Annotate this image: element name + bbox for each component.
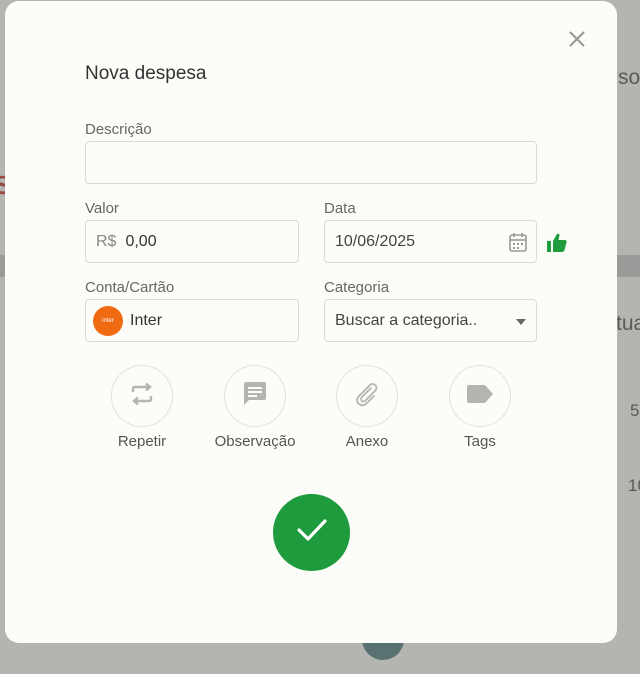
tags-button[interactable] — [449, 365, 511, 427]
category-label: Categoria — [324, 279, 390, 296]
bank-logo: inter — [93, 305, 123, 336]
category-placeholder: Buscar a categoria.. — [335, 311, 478, 329]
repeat-button[interactable] — [111, 365, 173, 427]
date-field[interactable]: 10/06/2025 — [324, 220, 537, 263]
description-input[interactable] — [86, 142, 536, 183]
calendar-icon[interactable] — [509, 232, 527, 257]
close-icon[interactable] — [566, 28, 588, 50]
repeat-icon — [129, 382, 155, 411]
background-text: tua — [616, 312, 640, 335]
background-text: 10 — [628, 476, 640, 495]
category-select[interactable]: Buscar a categoria.. — [324, 299, 537, 342]
thumbs-up-icon[interactable] — [546, 233, 568, 258]
tags-action[interactable]: Tags — [425, 365, 535, 450]
background-text: so — [618, 66, 640, 89]
note-action[interactable]: Observação — [200, 365, 310, 450]
attachment-button[interactable] — [336, 365, 398, 427]
chevron-down-icon[interactable] — [516, 319, 526, 325]
value-label: Valor — [85, 200, 119, 217]
date-label: Data — [324, 200, 356, 217]
tags-label: Tags — [464, 433, 496, 450]
repeat-action[interactable]: Repetir — [87, 365, 197, 450]
note-icon — [242, 381, 268, 412]
check-icon — [296, 517, 328, 548]
note-button[interactable] — [224, 365, 286, 427]
note-label: Observação — [214, 433, 296, 450]
new-expense-modal: Nova despesa Descrição Valor R$ 0,00 Dat… — [5, 1, 617, 643]
description-label: Descrição — [85, 121, 152, 138]
paperclip-icon — [353, 380, 381, 413]
account-field[interactable]: inter Inter — [85, 299, 299, 342]
account-value: Inter — [130, 311, 163, 329]
description-field[interactable] — [85, 141, 537, 184]
repeat-label: Repetir — [117, 433, 167, 450]
background-text: 5 — [630, 401, 640, 420]
value-field[interactable]: R$ 0,00 — [85, 220, 299, 263]
attachment-label: Anexo — [345, 433, 389, 450]
tag-icon — [466, 384, 494, 409]
confirm-button[interactable] — [273, 494, 350, 571]
currency-prefix: R$ — [96, 232, 117, 250]
value-input[interactable]: 0,00 — [116, 233, 156, 251]
attachment-action[interactable]: Anexo — [312, 365, 422, 450]
date-input[interactable]: 10/06/2025 — [325, 233, 415, 251]
modal-title: Nova despesa — [85, 63, 207, 84]
account-label: Conta/Cartão — [85, 279, 175, 296]
